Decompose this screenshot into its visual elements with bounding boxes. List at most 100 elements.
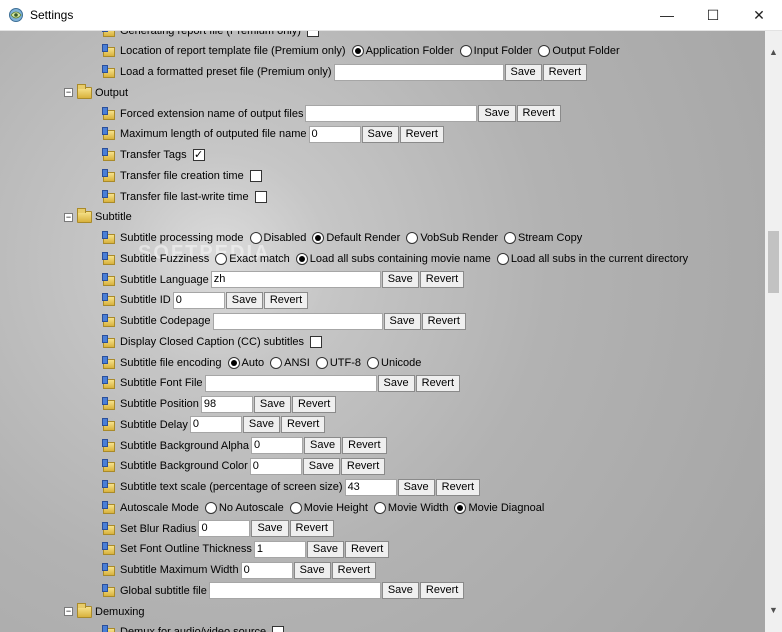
utf-8-radio[interactable] <box>315 356 328 369</box>
default-render-option-label[interactable]: Default Render <box>326 232 400 244</box>
subtitle-background-color-input[interactable]: 0 <box>249 457 302 475</box>
save-button[interactable]: Save <box>383 312 421 330</box>
save-button[interactable]: Save <box>293 561 331 579</box>
set-font-outline-thickness-input[interactable]: 1 <box>253 540 306 558</box>
revert-button[interactable]: Revert <box>331 561 377 579</box>
scroll-down-arrow-icon[interactable]: ▼ <box>765 602 782 619</box>
unicode-option-label[interactable]: Unicode <box>381 357 421 369</box>
generating-report-file-premium-only-checkbox[interactable] <box>306 31 319 37</box>
revert-button[interactable]: Revert <box>289 520 334 537</box>
subtitle-group[interactable]: Subtitle <box>77 208 134 227</box>
revert-button[interactable]: Revert <box>419 271 465 288</box>
revert-button[interactable]: Revert <box>340 457 386 475</box>
revert-button[interactable]: Revert <box>263 291 309 309</box>
revert-button[interactable]: Revert <box>419 582 465 600</box>
display-closed-caption-cc-subtitles-checkbox[interactable] <box>310 335 323 348</box>
forced-extension-name-of-output-files-input[interactable] <box>305 105 478 122</box>
maximum-length-of-outputed-file-name-input[interactable]: 0 <box>308 125 361 143</box>
vobsub-render-radio[interactable] <box>406 232 419 244</box>
application-folder-radio[interactable] <box>351 45 364 58</box>
demuxing-group[interactable]: Demuxing <box>77 602 147 621</box>
revert-button[interactable]: Revert <box>280 416 326 434</box>
transfer-file-last-write-time-checkbox[interactable] <box>254 190 267 203</box>
maximize-button[interactable]: ☐ <box>690 0 736 31</box>
save-button[interactable]: Save <box>225 291 263 309</box>
save-button[interactable]: Save <box>504 63 542 81</box>
load-a-formatted-preset-file-premium-only-input[interactable] <box>333 63 504 81</box>
transfer-file-creation-time-checkbox[interactable] <box>249 169 262 182</box>
movie-diagnoal-option-label[interactable]: Movie Diagnoal <box>468 502 544 514</box>
save-button[interactable]: Save <box>253 395 291 413</box>
demux-for-audio-video-source-checkbox[interactable] <box>272 626 285 632</box>
subtitle-text-scale-percentage-of-screen-size-input[interactable]: 43 <box>344 478 397 496</box>
load-all-subs-containing-movie-name-option-label[interactable]: Load all subs containing movie name <box>310 253 491 265</box>
application-folder-option-label[interactable]: Application Folder <box>366 45 454 57</box>
output-group[interactable]: Output <box>77 83 130 102</box>
subtitle-position-input[interactable]: 98 <box>200 395 253 413</box>
auto-radio[interactable] <box>227 356 240 369</box>
demuxing-collapse-toggle[interactable]: − <box>64 607 73 616</box>
exact-match-option-label[interactable]: Exact match <box>229 253 290 265</box>
load-all-subs-in-the-current-directory-option-label[interactable]: Load all subs in the current directory <box>511 253 688 265</box>
scroll-up-arrow-icon[interactable]: ▲ <box>765 44 782 61</box>
save-button[interactable]: Save <box>361 125 399 143</box>
subtitle-language-input[interactable]: zh <box>210 271 381 288</box>
movie-height-option-label[interactable]: Movie Height <box>304 502 368 514</box>
movie-height-radio[interactable] <box>289 501 302 514</box>
input-folder-radio[interactable] <box>459 45 472 58</box>
output-folder-radio[interactable] <box>538 45 551 58</box>
movie-diagnoal-radio[interactable] <box>454 501 467 514</box>
revert-button[interactable]: Revert <box>344 540 390 558</box>
global-subtitle-file-input[interactable] <box>208 582 381 600</box>
output-folder-option-label[interactable]: Output Folder <box>552 45 619 57</box>
auto-option-label[interactable]: Auto <box>242 357 265 369</box>
subtitle-id-input[interactable]: 0 <box>172 291 225 309</box>
ansi-radio[interactable] <box>270 356 283 369</box>
save-button[interactable]: Save <box>302 457 340 475</box>
transfer-tags-checkbox[interactable]: ✓ <box>192 149 205 161</box>
revert-button[interactable]: Revert <box>399 125 444 143</box>
load-all-subs-containing-movie-name-radio[interactable] <box>295 252 308 265</box>
output-collapse-toggle[interactable]: − <box>64 88 73 98</box>
save-button[interactable]: Save <box>377 374 415 392</box>
stream-copy-radio[interactable] <box>504 232 516 244</box>
save-button[interactable]: Save <box>397 478 435 496</box>
subtitle-maximum-width-input[interactable]: 0 <box>240 561 293 579</box>
revert-button[interactable]: Revert <box>342 437 387 454</box>
save-button[interactable]: Save <box>381 582 419 600</box>
revert-button[interactable]: Revert <box>415 374 461 392</box>
save-button[interactable]: Save <box>306 540 344 558</box>
subtitle-collapse-toggle[interactable]: − <box>64 212 73 222</box>
subtitle-font-file-input[interactable] <box>204 374 377 392</box>
revert-button[interactable]: Revert <box>435 478 481 496</box>
minimize-button[interactable]: — <box>644 0 690 31</box>
no-autoscale-radio[interactable] <box>204 501 217 514</box>
utf-8-option-label[interactable]: UTF-8 <box>330 357 361 369</box>
scrollbar-thumb[interactable] <box>768 231 779 293</box>
no-autoscale-option-label[interactable]: No Autoscale <box>219 502 284 514</box>
subtitle-codepage-input[interactable] <box>212 312 383 330</box>
subtitle-delay-input[interactable]: 0 <box>189 416 242 434</box>
save-button[interactable]: Save <box>251 520 289 537</box>
revert-button[interactable]: Revert <box>291 395 337 413</box>
movie-width-radio[interactable] <box>373 501 386 514</box>
save-button[interactable]: Save <box>381 271 419 288</box>
disabled-option-label[interactable]: Disabled <box>264 232 307 244</box>
revert-button[interactable]: Revert <box>421 312 466 330</box>
vobsub-render-option-label[interactable]: VobSub Render <box>420 232 498 244</box>
movie-width-option-label[interactable]: Movie Width <box>388 502 449 514</box>
subtitle-background-alpha-input[interactable]: 0 <box>251 437 304 454</box>
vertical-scrollbar[interactable]: ▲ ▼ <box>765 31 782 632</box>
disabled-radio[interactable] <box>249 232 262 244</box>
revert-button[interactable]: Revert <box>542 63 588 81</box>
ansi-option-label[interactable]: ANSI <box>284 357 310 369</box>
save-button[interactable]: Save <box>478 105 516 122</box>
input-folder-option-label[interactable]: Input Folder <box>474 45 533 57</box>
save-button[interactable]: Save <box>304 437 342 454</box>
default-render-radio[interactable] <box>312 232 325 244</box>
exact-match-radio[interactable] <box>215 252 228 265</box>
unicode-radio[interactable] <box>367 356 380 369</box>
set-blur-radius-input[interactable]: 0 <box>198 520 251 537</box>
load-all-subs-in-the-current-directory-radio[interactable] <box>496 252 509 265</box>
save-button[interactable]: Save <box>242 416 280 434</box>
